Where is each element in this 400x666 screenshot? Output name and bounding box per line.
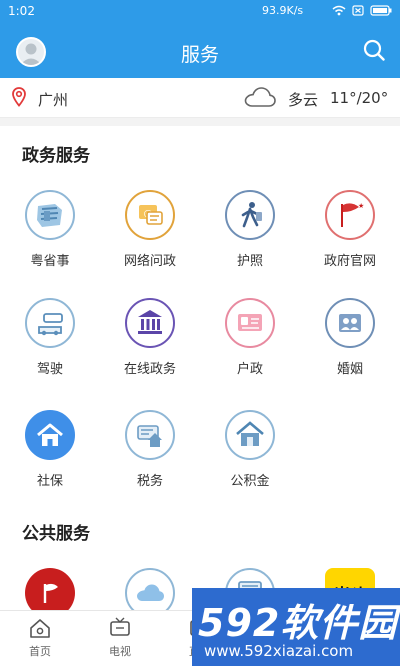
service-item-marriage[interactable]: 婚姻: [300, 298, 400, 377]
housing-fund-icon: [225, 410, 275, 460]
city-name[interactable]: 广州: [38, 89, 68, 110]
service-label: 户政: [236, 362, 263, 377]
service-item-yue-sheng-shi[interactable]: 粤省事: [0, 190, 100, 269]
service-label: 婚姻: [336, 362, 363, 377]
household-registration-icon: [225, 298, 275, 348]
marriage-icon: [325, 298, 375, 348]
watermark-url: www.592xiazai.com: [204, 642, 354, 660]
status-icons: [332, 5, 392, 16]
status-time: 1:02: [8, 4, 35, 18]
nav-label: 电视: [109, 645, 131, 658]
network-speed: 93.9K/s: [262, 4, 304, 17]
service-label: 护照: [236, 254, 263, 269]
cloud-icon: [244, 87, 276, 107]
section-title-government: 政务服务: [22, 146, 90, 166]
battery-icon: [370, 5, 392, 16]
service-label: 税务: [136, 474, 163, 489]
wifi-icon: [332, 5, 346, 16]
watermark: 592软件园 www.592xiazai.com: [192, 588, 400, 666]
service-label: 网络问政: [123, 254, 176, 269]
social-security-icon: [25, 410, 75, 460]
service-item-online-inquiry[interactable]: @ 网络问政: [100, 190, 200, 269]
service-label: 公积金: [230, 474, 270, 489]
service-item-social-security[interactable]: 社保: [0, 410, 100, 489]
status-bar: 1:02 93.9K/s: [0, 0, 400, 22]
nav-item-tv[interactable]: 电视: [90, 617, 150, 659]
service-item-housing-fund[interactable]: 公积金: [200, 410, 300, 489]
home-icon: [30, 619, 50, 638]
svg-text:★: ★: [358, 202, 364, 210]
service-item-government-website[interactable]: ★ 政府官网: [300, 190, 400, 269]
temperature: 11°/20°: [330, 89, 389, 107]
tv-icon: [110, 617, 130, 636]
driving-icon: [25, 298, 75, 348]
service-label: 在线政务: [123, 362, 176, 377]
online-inquiry-icon: @: [125, 190, 175, 240]
passport-icon: [225, 190, 275, 240]
location-bar: 广州 多云 11°/20°: [0, 78, 400, 118]
service-item-driving[interactable]: 驾驶: [0, 298, 100, 377]
page-title: 服务: [180, 44, 219, 66]
section-divider: [0, 118, 400, 126]
online-government-icon: [125, 298, 175, 348]
sim-off-icon: [352, 5, 364, 16]
watermark-logo: 592软件园: [198, 601, 398, 645]
weather-condition: 多云: [288, 91, 319, 109]
government-website-icon: ★: [325, 190, 375, 240]
header: 服务: [0, 22, 400, 78]
service-label: 粤省事: [30, 254, 70, 269]
location-pin-icon: [12, 87, 26, 107]
yue-sheng-shi-icon: [25, 190, 75, 240]
tax-icon: [125, 410, 175, 460]
service-item-online-government[interactable]: 在线政务: [100, 298, 200, 377]
service-label: 驾驶: [36, 362, 63, 377]
service-label: 政府官网: [323, 254, 376, 269]
section-title-public: 公共服务: [22, 524, 90, 544]
service-item-passport[interactable]: 护照: [200, 190, 300, 269]
service-item-household-registration[interactable]: 户政: [200, 298, 300, 377]
service-label: 社保: [36, 474, 63, 489]
service-item-tax[interactable]: 税务: [100, 410, 200, 489]
nav-item-home[interactable]: 首页: [10, 617, 70, 659]
search-icon[interactable]: [362, 38, 386, 62]
nav-label: 首页: [29, 645, 51, 658]
